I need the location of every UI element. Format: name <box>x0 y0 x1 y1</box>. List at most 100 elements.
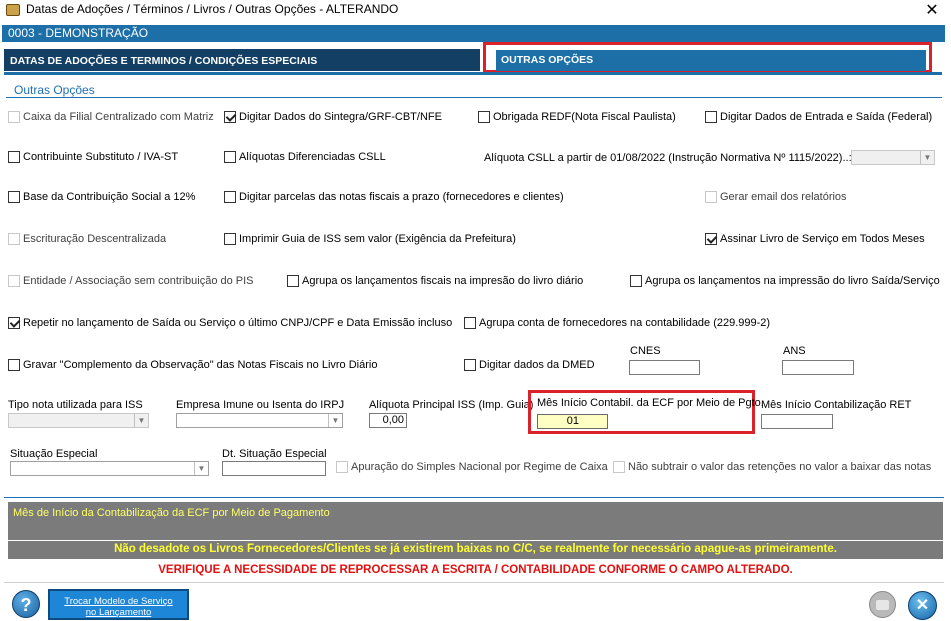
title-bar: Datas de Adoções / Términos / Livros / O… <box>0 0 951 20</box>
checkbox-apuracao[interactable]: Apuração do Simples Nacional por Regime … <box>336 461 608 473</box>
dt-situacao-label: Dt. Situação Especial <box>222 448 327 460</box>
mes-ecf-input[interactable]: 01 <box>537 414 608 429</box>
checkbox-base-contrib[interactable]: Base da Contribuição Social a 12% <box>8 191 195 203</box>
checkbox-parcelas[interactable]: Digitar parcelas das notas fiscais a pra… <box>224 191 564 203</box>
checkbox-repetir[interactable]: Repetir no lançamento de Saída ou Serviç… <box>8 317 452 329</box>
checkbox-escrituracao[interactable]: Escrituração Descentralizada <box>8 233 166 245</box>
aliquota-iss-input[interactable]: 0,00 <box>369 413 407 428</box>
checkbox-label: Digitar dados da DMED <box>479 359 595 371</box>
company-bar: 0003 - DEMONSTRAÇÃO <box>2 25 945 42</box>
checkbox-label: Escrituração Descentralizada <box>23 233 167 245</box>
checkbox-label: Não subtrair o valor das retenções no va… <box>628 461 932 473</box>
close-icon: ✕ <box>915 597 930 614</box>
checkbox-box[interactable] <box>613 461 625 473</box>
checkbox-redf[interactable]: Obrigada REDF(Nota Fiscal Paulista) <box>478 111 676 123</box>
checkbox-box[interactable] <box>287 275 299 287</box>
checkbox-label: Digitar parcelas das notas fiscais a pra… <box>239 191 564 203</box>
warning-red: VERIFIQUE A NECESSIDADE DE REPROCESSAR A… <box>8 561 943 579</box>
tipo-nota-label: Tipo nota utilizada para ISS <box>8 399 143 411</box>
checkbox-box[interactable] <box>630 275 642 287</box>
checkbox-caixa-filial[interactable]: Caixa da Filial Centralizado com Matriz <box>8 111 214 123</box>
checkbox-dmed[interactable]: Digitar dados da DMED <box>464 359 595 371</box>
mes-ret-label: Mês Início Contabilização RET <box>761 399 912 411</box>
cnes-input[interactable] <box>629 360 700 375</box>
tipo-nota-select[interactable]: ▼ <box>8 413 149 428</box>
checkbox-label: Digitar Dados de Entrada e Saída (Federa… <box>720 111 933 123</box>
checkbox-sintegra[interactable]: Digitar Dados do Sintegra/GRF-CBT/NFE <box>224 111 442 123</box>
checkbox-agrupa-fiscais[interactable]: Agrupa os lançamentos fiscais na impresã… <box>287 275 583 287</box>
panel-divider <box>4 497 944 498</box>
checkbox-box[interactable] <box>8 191 20 203</box>
checkbox-box[interactable] <box>705 233 717 245</box>
checkbox-box[interactable] <box>224 111 236 123</box>
checkbox-box[interactable] <box>336 461 348 473</box>
checkbox-label: Apuração do Simples Nacional por Regime … <box>351 461 608 473</box>
window-close-icon[interactable]: ✕ <box>922 0 942 20</box>
close-button[interactable]: ✕ <box>908 591 937 620</box>
checkbox-box[interactable] <box>705 191 717 203</box>
dt-situacao-input[interactable] <box>222 461 326 476</box>
checkbox-label: Imprimir Guia de ISS sem valor (Exigênci… <box>239 233 516 245</box>
empresa-imune-label: Empresa Imune ou Isenta do IRPJ <box>176 399 345 411</box>
aliquota-iss-label: Alíquota Principal ISS (Imp. Guia) <box>369 399 534 411</box>
tab-outras-opcoes[interactable]: OUTRAS OPÇÕES <box>496 50 926 71</box>
checkbox-box[interactable] <box>8 317 20 329</box>
checkbox-gerar-email[interactable]: Gerar email dos relatórios <box>705 191 847 203</box>
checkbox-label: Caixa da Filial Centralizado com Matriz <box>23 111 214 123</box>
checkbox-label: Contribuinte Substituto / IVA-ST <box>23 151 179 163</box>
checkbox-entidade[interactable]: Entidade / Associação sem contribuição d… <box>8 275 254 287</box>
checkbox-box[interactable] <box>8 111 20 123</box>
checkbox-label: Agrupa os lançamentos na impressão do li… <box>645 275 940 287</box>
checkbox-guia-iss[interactable]: Imprimir Guia de ISS sem valor (Exigênci… <box>224 233 516 245</box>
checkbox-agrupa-conta[interactable]: Agrupa conta de fornecedores na contabil… <box>464 317 770 329</box>
checkbox-box[interactable] <box>224 233 236 245</box>
checkbox-label: Base da Contribuição Social a 12% <box>23 191 196 203</box>
checkbox-label: Agrupa os lançamentos fiscais na impresã… <box>302 275 584 287</box>
empresa-imune-select[interactable]: ▼ <box>176 413 343 428</box>
aliquota-csll-select[interactable]: ▼ <box>851 150 935 165</box>
situacao-select[interactable]: ▼ <box>10 461 209 476</box>
checkbox-box[interactable] <box>478 111 490 123</box>
checkbox-label: Alíquotas Diferenciadas CSLL <box>239 151 386 163</box>
checkbox-box[interactable] <box>224 151 236 163</box>
checkbox-label: Obrigada REDF(Nota Fiscal Paulista) <box>493 111 676 123</box>
checkbox-agrupa-saida[interactable]: Agrupa os lançamentos na impressão do li… <box>630 275 940 287</box>
checkbox-assinar-livro[interactable]: Assinar Livro de Serviço em Todos Meses <box>705 233 925 245</box>
chevron-down-icon[interactable]: ▼ <box>328 414 342 427</box>
hint-panel: Mês de Início da Contabilização da ECF p… <box>8 502 943 540</box>
checkbox-box[interactable] <box>464 359 476 371</box>
checkbox-box[interactable] <box>8 359 20 371</box>
situacao-label: Situação Especial <box>10 448 98 460</box>
checkbox-box[interactable] <box>8 233 20 245</box>
window-title: Datas de Adoções / Términos / Livros / O… <box>26 2 399 16</box>
tab-outras-opcoes-highlight: OUTRAS OPÇÕES <box>483 42 932 73</box>
checkbox-box[interactable] <box>224 191 236 203</box>
checkbox-label: Gravar "Complemento da Observação" das N… <box>23 359 378 371</box>
help-button[interactable]: ? <box>12 590 40 618</box>
cnes-label: CNES <box>630 345 661 357</box>
checkbox-contribuinte[interactable]: Contribuinte Substituto / IVA-ST <box>8 151 178 163</box>
hint-text: Mês de Início da Contabilização da ECF p… <box>13 507 330 519</box>
checkbox-gravar-compl[interactable]: Gravar "Complemento da Observação" das N… <box>8 359 377 371</box>
mes-ret-input[interactable] <box>761 414 833 429</box>
ans-input[interactable] <box>782 360 854 375</box>
section-title: Outras Opções <box>14 83 95 97</box>
chevron-down-icon[interactable]: ▼ <box>920 151 934 164</box>
checkbox-box[interactable] <box>705 111 717 123</box>
print-icon[interactable] <box>869 591 896 618</box>
checkbox-entrada-saida[interactable]: Digitar Dados de Entrada e Saída (Federa… <box>705 111 932 123</box>
warning-yellow: Não desadote os Livros Fornecedores/Clie… <box>8 541 943 559</box>
checkbox-box[interactable] <box>8 151 20 163</box>
tab-underline <box>4 72 942 75</box>
footer-divider <box>4 582 944 583</box>
checkbox-box[interactable] <box>8 275 20 287</box>
checkbox-nao-subtrair[interactable]: Não subtrair o valor das retenções no va… <box>613 461 931 473</box>
trocar-modelo-button[interactable]: Trocar Modelo de Serviço no Lançamento <box>48 589 189 620</box>
checkbox-label: Repetir no lançamento de Saída ou Serviç… <box>23 317 453 329</box>
tab-datas-adocoes[interactable]: DATAS DE ADOÇÕES E TERMINOS / CONDIÇÕES … <box>4 49 480 71</box>
checkbox-box[interactable] <box>464 317 476 329</box>
chevron-down-icon[interactable]: ▼ <box>194 462 208 475</box>
help-icon: ? <box>20 595 32 615</box>
checkbox-aliquotas-csll[interactable]: Alíquotas Diferenciadas CSLL <box>224 151 386 163</box>
chevron-down-icon[interactable]: ▼ <box>134 414 148 427</box>
